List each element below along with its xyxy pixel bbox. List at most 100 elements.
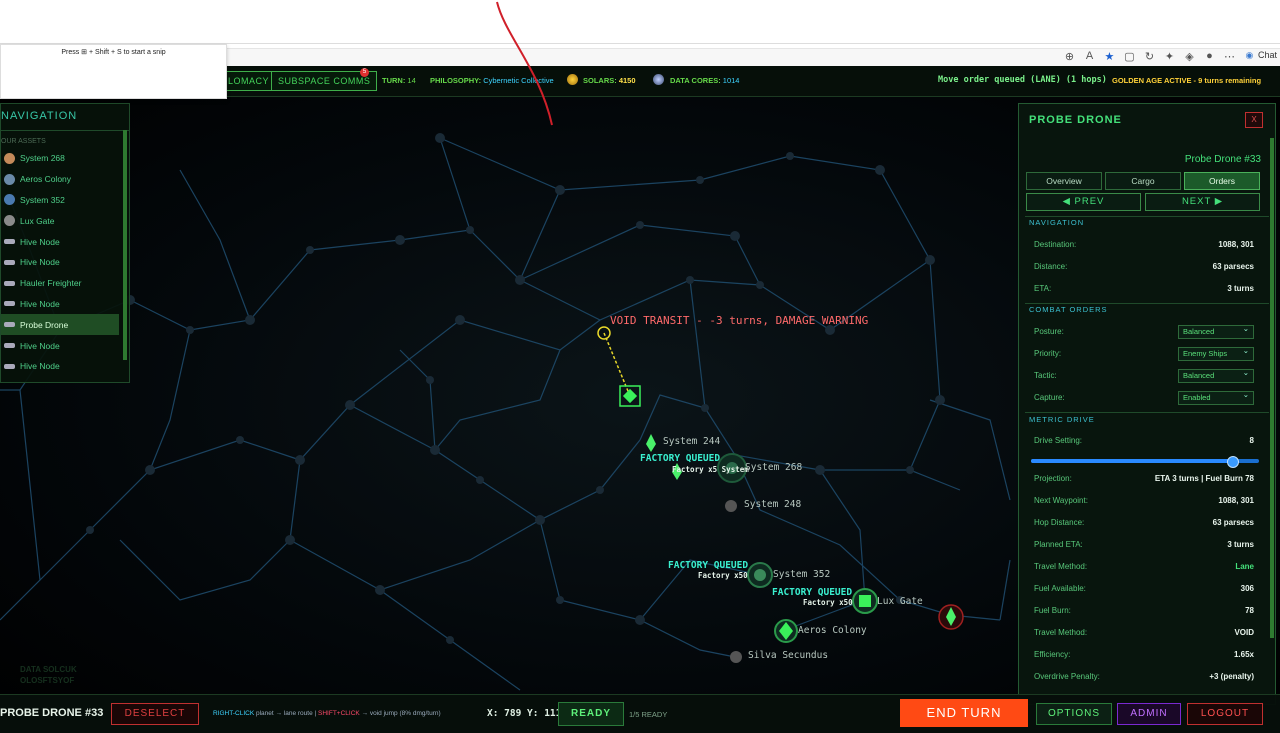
row-value: 306 — [1240, 584, 1254, 593]
shield-icon[interactable]: ◈ — [1183, 50, 1195, 63]
row-label: Travel Method: — [1034, 628, 1088, 637]
collections-icon[interactable]: ▢ — [1123, 50, 1135, 63]
navigation-section-title: NAVIGATION — [1029, 218, 1085, 227]
nav-item-lux-gate[interactable]: Lux Gate — [1, 210, 129, 231]
chat-button[interactable]: ◉ Chat — [1243, 50, 1277, 63]
row-label: Projection: — [1034, 474, 1072, 483]
data-cores-icon — [653, 74, 664, 85]
solars-value: 4150 — [618, 76, 636, 85]
options-button[interactable]: OPTIONS — [1036, 703, 1112, 725]
gate-icon — [4, 215, 15, 227]
overdrive-penalty-row: Overdrive Penalty: +3 (penalty) — [1034, 672, 1254, 686]
factory-queued-label: FACTORY QUEUED — [668, 560, 749, 571]
admin-button[interactable]: ADMIN — [1117, 703, 1181, 725]
row-value: 78 — [1245, 606, 1254, 615]
panel-tabs: Overview Cargo Orders — [1026, 172, 1260, 190]
system-label[interactable]: Lux Gate — [877, 596, 923, 607]
row-value: 1088, 301 — [1218, 496, 1254, 505]
nav-item-label: Lux Gate — [20, 215, 55, 226]
factory-queued-label: FACTORY QUEUED — [640, 453, 721, 464]
favorite-star-icon[interactable]: ★ — [1103, 50, 1115, 63]
ship-icon — [4, 239, 15, 245]
row-label: Efficiency: — [1034, 650, 1071, 659]
nav-item-hauler-freighter[interactable]: Hauler Freighter — [1, 273, 129, 294]
row-value: ETA 3 turns | Fuel Burn 78 — [1154, 474, 1254, 483]
tactic-select[interactable]: Balanced — [1178, 367, 1254, 383]
hint-text: planet → lane route | — [254, 710, 319, 717]
slider-handle[interactable] — [1226, 456, 1239, 468]
row-value: 1088, 301 — [1218, 240, 1254, 249]
row-value: VOID — [1234, 628, 1254, 637]
system-label[interactable]: Silva Secundus — [748, 650, 828, 661]
posture-select[interactable]: Balanced — [1178, 323, 1254, 339]
nav-item-label: Aeros Colony — [20, 174, 72, 185]
system-label[interactable]: System 268 — [745, 462, 802, 473]
panel-scrollbar[interactable] — [1270, 138, 1274, 638]
zoom-icon[interactable]: ⊕ — [1063, 50, 1075, 63]
nav-item-label: System 268 — [20, 153, 65, 164]
end-turn-button[interactable]: END TURN — [900, 699, 1028, 727]
next-unit-button[interactable]: NEXT ▶ — [1145, 193, 1260, 211]
system-label[interactable]: Aeros Colony — [798, 625, 867, 636]
ship-icon — [4, 301, 15, 307]
data-cores-indicator: DATA CORES: 1014 — [670, 76, 739, 85]
capture-select[interactable]: Enabled — [1178, 389, 1254, 405]
nav-item-hive-node[interactable]: Hive Node — [1, 252, 129, 273]
drone-icon — [4, 322, 15, 328]
refresh-icon[interactable]: ↻ — [1143, 50, 1155, 63]
tactic-row: Tactic: Balanced — [1034, 367, 1254, 385]
row-value: 63 parsecs — [1212, 518, 1254, 527]
prev-unit-button[interactable]: ◀ PREV — [1026, 193, 1141, 211]
watermark-line-1: DATA SOLCUK — [20, 665, 77, 674]
row-label: Distance: — [1034, 262, 1068, 271]
ship-icon — [4, 280, 15, 286]
order-status: Move order queued (LANE) (1 hops) — [938, 75, 1107, 85]
system-label[interactable]: System 352 — [773, 569, 830, 580]
eta-row: ETA: 3 turns — [1034, 284, 1254, 298]
ship-icon — [4, 343, 15, 349]
factory-queued-label: FACTORY QUEUED — [772, 587, 853, 598]
void-transit-warning: VOID TRANSIT - -3 turns, DAMAGE WARNING — [610, 314, 869, 327]
nav-item-system-352[interactable]: System 352 — [1, 190, 129, 211]
factory-count-label: Factory x50 — [803, 598, 853, 607]
fuel-burn-row: Fuel Burn: 78 — [1034, 606, 1254, 620]
ship-icon — [4, 259, 15, 265]
read-aloud-icon[interactable]: A — [1083, 50, 1095, 63]
tab-overview[interactable]: Overview — [1026, 172, 1102, 190]
system-label[interactable]: System 244 — [663, 436, 720, 447]
assets-subtitle: OUR ASSETS — [1, 138, 46, 145]
close-button[interactable]: X — [1245, 112, 1263, 128]
system-label[interactable]: System 248 — [744, 499, 801, 510]
profile-icon[interactable]: ● — [1203, 50, 1215, 63]
distance-row: Distance: 63 parsecs — [1034, 262, 1254, 276]
nav-item-probe-drone[interactable]: Probe Drone — [1, 314, 119, 336]
priority-select[interactable]: Enemy Ships — [1178, 345, 1254, 361]
nav-item-hive-node[interactable]: Hive Node — [1, 294, 129, 315]
row-label: Planned ETA: — [1034, 540, 1083, 549]
nav-item-system-268[interactable]: System 268 — [1, 148, 129, 169]
row-label: ETA: — [1034, 284, 1052, 293]
tab-orders[interactable]: Orders — [1184, 172, 1260, 190]
nav-item-hive-node[interactable]: Hive Node — [1, 231, 129, 252]
extensions-icon[interactable]: ✦ — [1163, 50, 1175, 63]
drive-setting-slider[interactable] — [1031, 456, 1259, 468]
hint-text: → void jump (8% dmg/turn) — [359, 710, 441, 717]
row-value: 8 — [1249, 436, 1254, 445]
hint-right-click: RIGHT-CLICK — [213, 710, 255, 717]
deselect-button[interactable]: DESELECT — [111, 703, 199, 725]
tab-cargo[interactable]: Cargo — [1105, 172, 1181, 190]
ready-button[interactable]: READY — [558, 702, 624, 726]
nav-item-aeros-colony[interactable]: Aeros Colony — [1, 169, 129, 190]
row-value: 1.65x — [1233, 650, 1254, 659]
ready-count: 1/5 READY — [629, 710, 668, 719]
nav-item-hive-node[interactable]: Hive Node — [1, 356, 129, 377]
snip-tooltip: Press ⊞ + Shift + S to start a snip — [0, 44, 227, 99]
nav-scrollbar[interactable] — [123, 130, 127, 360]
golden-age-status: GOLDEN AGE ACTIVE - 9 turns remaining — [1112, 76, 1262, 85]
divider — [1025, 303, 1269, 304]
nav-item-hive-node[interactable]: Hive Node — [1, 335, 129, 356]
row-value: 63 parsecs — [1212, 262, 1254, 271]
row-label: Overdrive Penalty: — [1034, 672, 1100, 681]
logout-button[interactable]: LOGOUT — [1187, 703, 1263, 725]
more-icon[interactable]: ⋯ — [1223, 50, 1235, 63]
